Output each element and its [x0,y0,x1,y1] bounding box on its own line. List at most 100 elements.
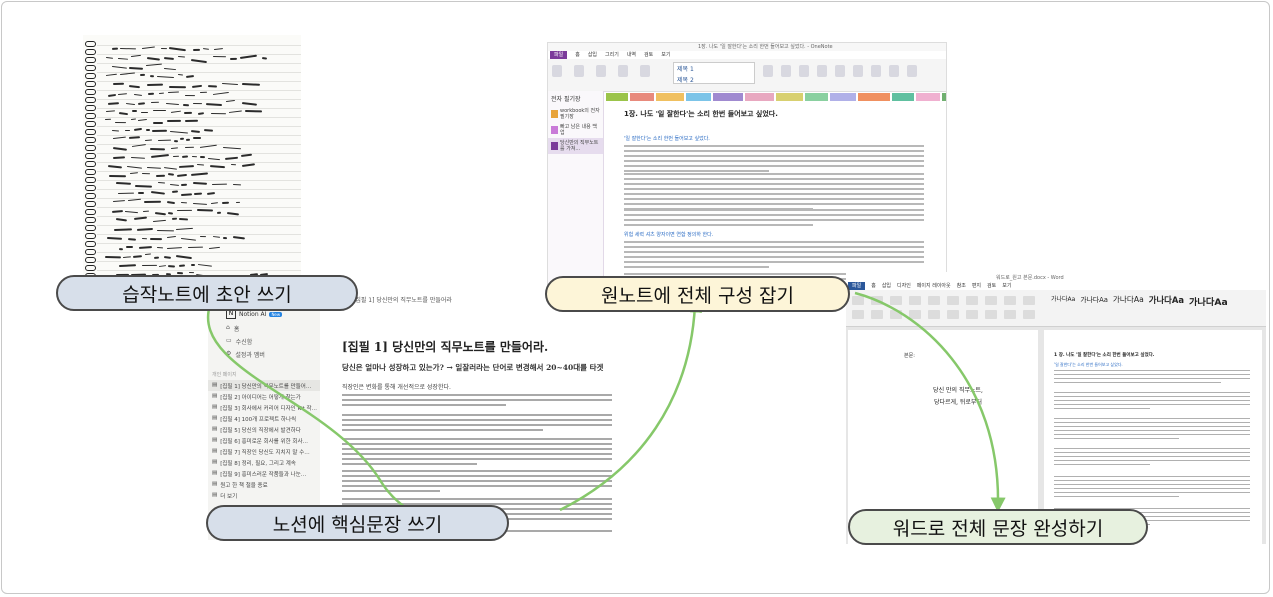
handwriting-stroke [128,136,140,140]
onenote-style-heading1[interactable]: 제목 1 [674,63,754,74]
spiral-ring [85,209,96,215]
spiral-ring [85,129,96,135]
notion-text-line [342,424,612,426]
notebook-icon [551,126,558,134]
onenote-menu-history[interactable]: 내역 [627,51,636,59]
word-menu-file[interactable]: 파일 [848,282,866,290]
word-menu-references[interactable]: 참조 [957,282,966,290]
notion-sidebar-page[interactable]: ▤ [집필 5] 당신의 직장에서 발견하다 [208,424,320,435]
onenote-style-box[interactable]: 제목 1 제목 2 [673,62,755,84]
onenote-section-1[interactable]: workbook의 전자 필기장 [548,106,603,122]
handwriting-stroke [118,57,129,60]
ruled-line [97,198,301,199]
notion-sidebar-page-label: [집필 9] 흥미스러운 작품들과 나눈… [220,471,307,478]
onenote-menu-file[interactable]: 파일 [550,51,568,59]
notion-sidebar-home[interactable]: ⌂ 홈 [208,322,320,335]
notion-sidebar-page-label: [집필 5] 당신의 직장에서 발견하다 [220,427,301,434]
onenote-menu-insert[interactable]: 삽입 [588,51,597,59]
notion-sidebar-page[interactable]: ▤ [집필 7] 직장인 당신도 지치지 말 수… [208,446,320,457]
word-text-line [1054,476,1250,478]
word-menu-review[interactable]: 검토 [987,282,996,290]
notion-text-line [342,475,612,477]
handwriting-stroke [179,165,195,169]
notion-sidebar-page[interactable]: ▤ [집필 2] 아이디어는 어떻게 찾는가 [208,391,320,402]
notion-text-line [342,448,612,450]
spiral-ring [85,49,96,55]
word-menu-mailings[interactable]: 편지 [972,282,981,290]
notion-text-line [342,399,612,401]
handwriting-stroke [152,121,164,124]
word-menu-layout[interactable]: 페이지 레이아웃 [917,282,951,290]
home-icon: ⌂ [226,324,230,331]
spiral-ring [85,97,96,103]
word-style-option[interactable]: 가나다Aa [1080,294,1108,308]
handwriting-stroke [119,48,137,50]
word-style-option[interactable]: 가나다Aa [1051,294,1075,308]
gear-icon: ⚙ [226,350,232,357]
ribbon-button-icon [985,310,997,319]
handwriting-stroke [164,166,177,170]
word-style-option[interactable]: 가나다Aa [1149,294,1184,308]
onenote-menu-view[interactable]: 보기 [661,51,670,59]
notion-sidebar-page[interactable]: ▤ [집필 3] 회사에서 커리어 디자인 Kit 작… [208,402,320,413]
word-text-line [1054,396,1250,398]
notion-text-line [342,438,612,440]
word-style-gallery[interactable]: 가나다Aa 가나다Aa 가나다Aa 가나다Aa 가나다Aa [1051,294,1228,308]
handwriting-stroke [179,218,188,221]
handwriting-stroke [209,246,221,249]
notion-sidebar-page[interactable]: ▤ [집필 8] 정리, 필요, 그리고 계속 [208,457,320,468]
word-menu-view[interactable]: 보기 [1002,282,1011,290]
word-page-heading: 1 장. 나도 '일 잘한다'는 소리 한번 들어보고 싶었다. [1054,353,1155,358]
notion-text-line [342,490,440,492]
handwriting-stroke [141,264,157,266]
word-text-line [1054,382,1221,384]
notion-sidebar-page[interactable]: ▤ [집필 4] 100개 프로젝트 하나씩 [208,413,320,424]
notion-sidebar-page[interactable]: ▤ [집필 9] 흥미스러운 작품들과 나눈… [208,468,320,479]
handwriting-stroke [146,56,160,61]
word-style-option[interactable]: 가나다Aa [1113,294,1144,308]
handwriting-stroke [196,164,204,167]
notion-sidebar-page[interactable]: ▤ 더 보기 [208,490,320,501]
inbox-icon: ▭ [226,337,232,344]
handwriting-stroke [168,173,175,177]
ruled-line [97,126,301,127]
handwriting-stroke [125,103,136,107]
notion-sidebar-page[interactable]: ▤ [집필 1] 당신만의 직무노트를 만들어… [208,380,320,391]
word-menu-insert[interactable]: 삽입 [882,282,891,290]
notion-sidebar-settings[interactable]: ⚙ 설정과 멤버 [208,348,320,361]
spiral-ring [85,217,96,223]
handwriting-stroke [150,191,166,195]
onenote-section-tab [942,93,946,101]
notion-sidebar-page[interactable]: ▤ 원고 한 책 철을 종료 [208,479,320,490]
handwriting-stroke [113,136,127,140]
handwriting-stroke [168,91,180,94]
handwriting-stroke [114,228,133,232]
handwriting-stroke [123,255,131,258]
handwriting-stroke [167,211,174,215]
ribbon-button-icon [763,65,773,77]
onenote-style-heading2[interactable]: 제목 2 [674,74,754,85]
onenote-menu-draw[interactable]: 그리기 [605,51,619,59]
onenote-menu-home[interactable]: 홈 [575,51,580,59]
handwriting-stroke [152,129,168,132]
onenote-menu-review[interactable]: 검토 [644,51,653,59]
ruled-line [97,252,301,253]
ruled-line [97,90,301,91]
word-style-option[interactable]: 가나다Aa [1189,294,1228,308]
word-menu-home[interactable]: 홈 [871,282,876,290]
page-icon: ▤ [212,480,218,487]
ruled-line [97,243,301,244]
onenote-section-2[interactable]: 빠고 남은 내용 백업 [548,122,603,138]
handwriting-stroke [193,182,208,186]
word-menu-design[interactable]: 디자인 [897,282,911,290]
notion-sidebar-inbox[interactable]: ▭ 수신함 [208,335,320,348]
onenote-text-line [624,203,924,205]
handwriting-stroke [163,255,171,259]
notion-page-subtitle: 당신은 얼마나 성장하고 있는가? → 일잘러라는 단어로 변경해서 20~40… [342,363,604,372]
onenote-section-3[interactable]: 당신만의 직무노트를 가져... [548,138,603,154]
handwriting-stroke [134,128,143,132]
word-text-line [1054,460,1250,462]
onenote-section-tab [892,93,914,101]
handwriting-stroke [166,246,182,249]
notion-sidebar-page[interactable]: ▤ [집필 6] 흥미로운 회사를 위한 회사… [208,435,320,446]
